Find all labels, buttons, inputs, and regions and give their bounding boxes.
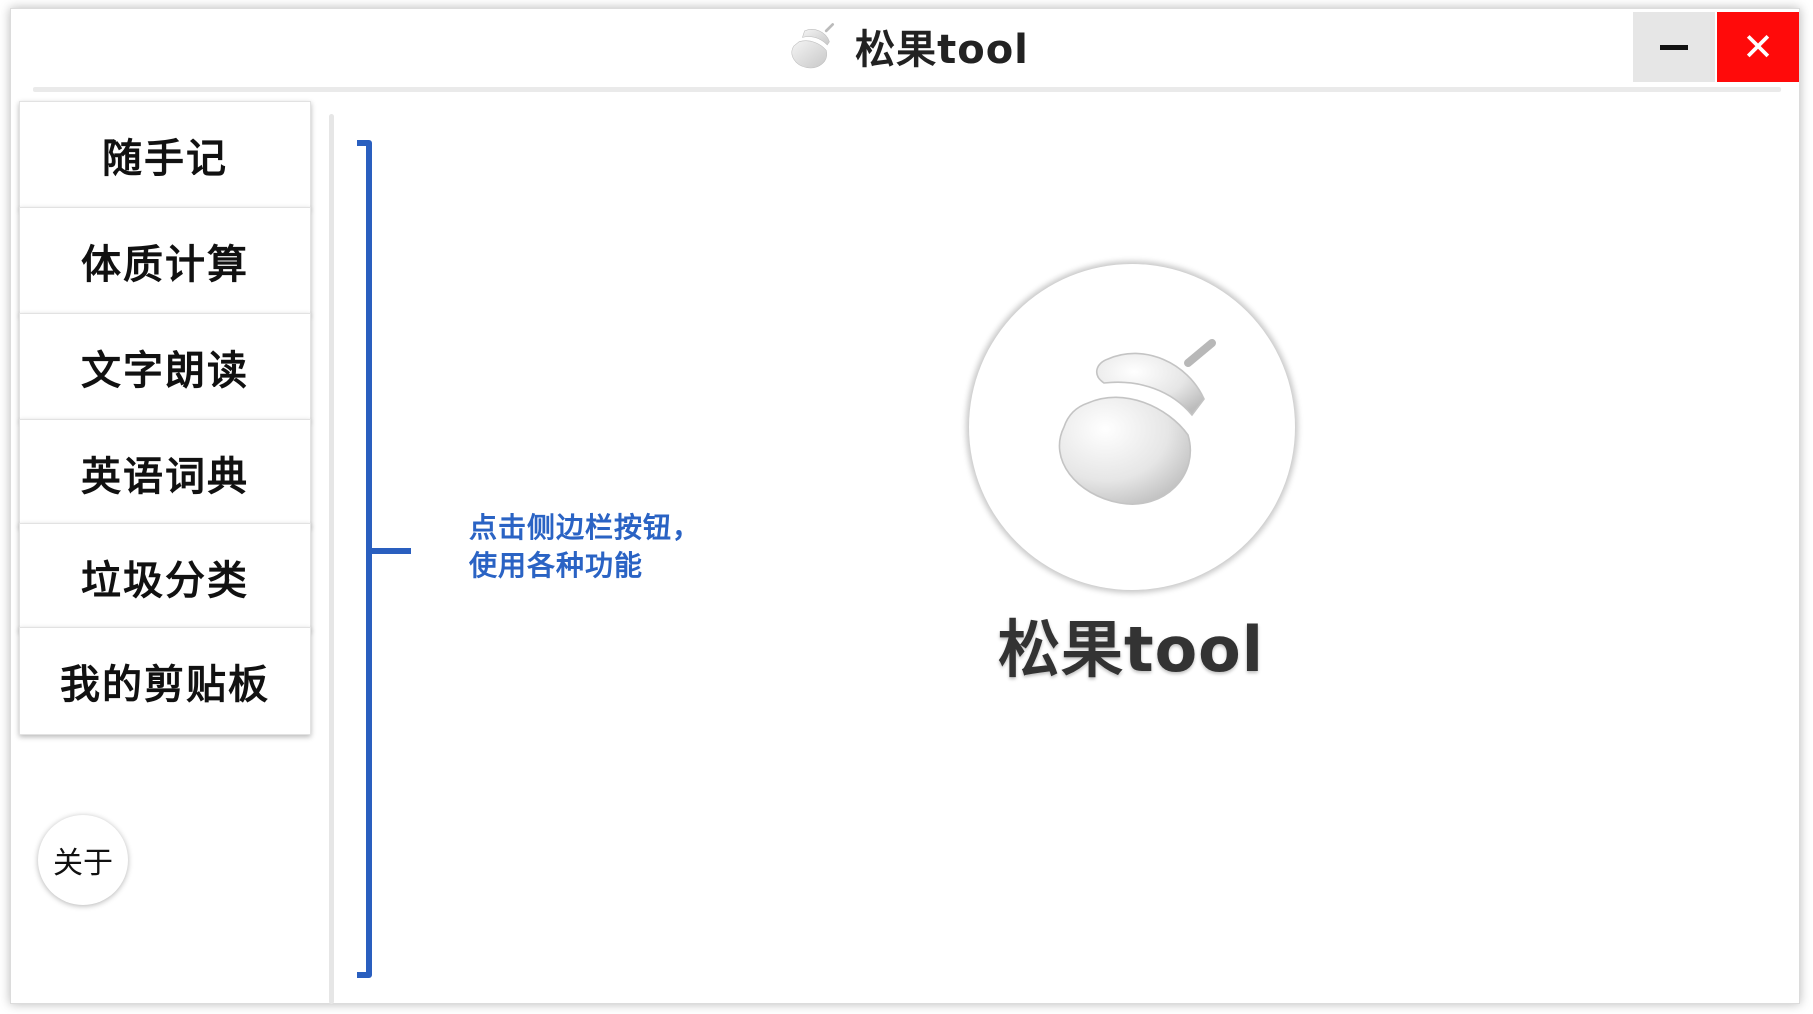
title-divider bbox=[33, 87, 1781, 92]
sidebar-item-garbage-sorting[interactable]: 垃圾分类 bbox=[19, 523, 311, 631]
sidebar-item-text-reading[interactable]: 文字朗读 bbox=[19, 313, 311, 421]
sidebar-item-notes[interactable]: 随手记 bbox=[19, 101, 311, 209]
minimize-icon bbox=[1660, 44, 1688, 50]
sidebar-hint-text: 点击侧边栏按钮， 使用各种功能 bbox=[469, 511, 702, 582]
close-icon: ✕ bbox=[1742, 25, 1774, 69]
title-group: 松果tool bbox=[11, 9, 1799, 83]
about-button[interactable]: 关于 bbox=[38, 815, 128, 905]
acorn-icon bbox=[1058, 339, 1216, 505]
sidebar-divider bbox=[329, 114, 334, 1004]
acorn-icon bbox=[791, 23, 835, 69]
app-window: 松果tool ✕ 随手记 体质计算 文字朗读 英语词典 垃圾分类 我的剪贴板 关… bbox=[10, 8, 1800, 1004]
sidebar-item-body-calc[interactable]: 体质计算 bbox=[19, 207, 311, 315]
sidebar-item-clipboard[interactable]: 我的剪贴板 bbox=[19, 627, 311, 735]
sidebar-item-english-dictionary[interactable]: 英语词典 bbox=[19, 419, 311, 527]
close-button[interactable]: ✕ bbox=[1717, 12, 1799, 82]
bracket-pointer bbox=[357, 140, 411, 978]
minimize-button[interactable] bbox=[1633, 12, 1715, 82]
title-bar[interactable]: 松果tool ✕ bbox=[11, 9, 1799, 83]
logo-badge bbox=[969, 264, 1295, 590]
window-title: 松果tool bbox=[855, 27, 1029, 73]
logo-text: 松果tool bbox=[997, 613, 1265, 686]
